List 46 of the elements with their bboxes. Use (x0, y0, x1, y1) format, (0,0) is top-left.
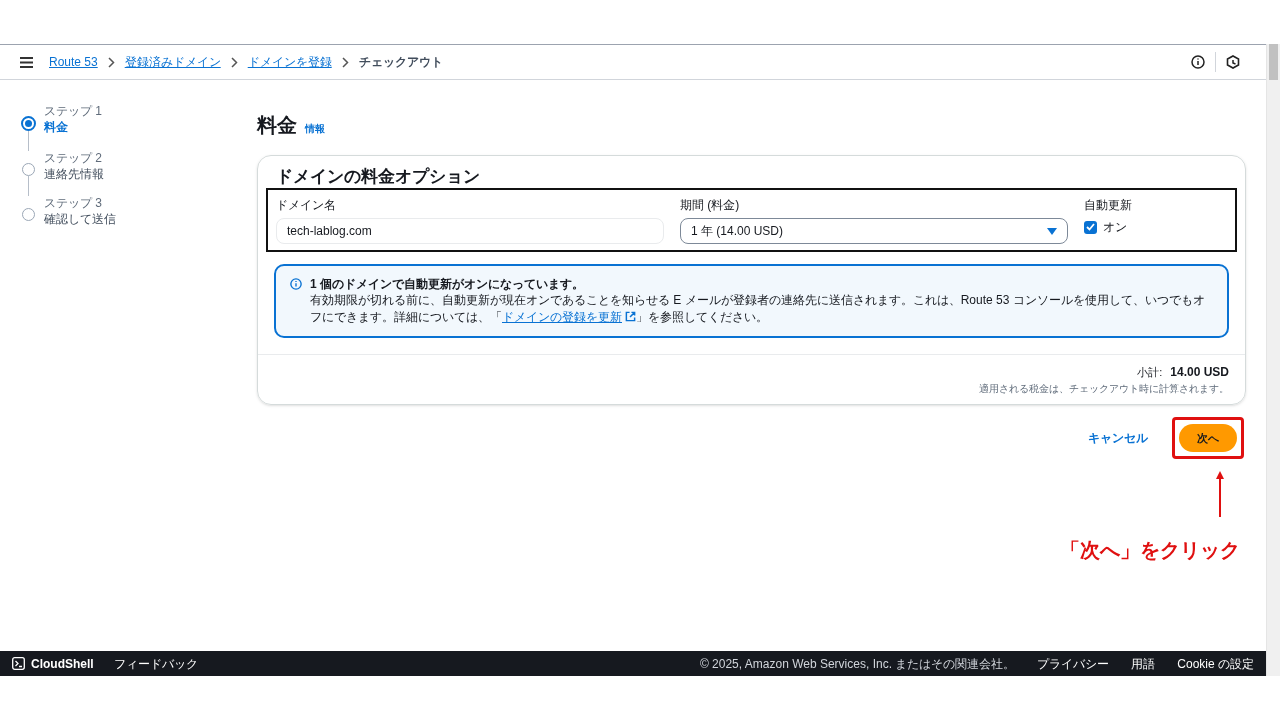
field-label: ドメイン名 (276, 197, 337, 214)
menu-icon[interactable] (20, 56, 33, 68)
period-dropdown[interactable]: 1 年 (14.00 USD) (680, 218, 1068, 244)
terminal-icon (12, 657, 25, 670)
chevron-right-icon (107, 56, 115, 68)
annotation-arrow (1216, 471, 1224, 517)
step-number: ステップ 2 (44, 151, 103, 166)
annotation-text: 「次へ」をクリック (1060, 538, 1240, 563)
caret-down-icon (1047, 227, 1057, 235)
step-number: ステップ 1 (44, 104, 102, 119)
chevron-right-icon (230, 56, 238, 68)
field-label: 自動更新 (1084, 197, 1132, 214)
cancel-button[interactable]: キャンセル (1080, 429, 1156, 447)
cloudshell-button[interactable]: CloudShell (12, 654, 94, 673)
breadcrumb-link[interactable]: 登録済みドメイン (124, 53, 221, 71)
renew-link[interactable]: ドメインの登録を更新 (502, 310, 636, 324)
subtotal-label: 小計: (1137, 365, 1163, 380)
panel-title: ドメインの料金オプション (276, 166, 481, 188)
page-title: 料金 (257, 113, 297, 138)
tax-note: 適用される税金は、チェックアウト時に計算されます。 (979, 382, 1229, 396)
info-icon (290, 278, 302, 290)
checkbox-label: オン (1103, 219, 1127, 236)
next-button[interactable]: 次へ (1179, 424, 1237, 452)
step-number: ステップ 3 (44, 196, 103, 211)
domain-name-field[interactable]: tech-lablog.com (276, 218, 664, 244)
alert-text: 有効期限が切れる前に、自動更新が現在オンであることを知らせる E メールが登録者の連絡先に送信されます。これは、Route 53 コンソールを使用して、いつでもオフにできます。詳細については、「ドメインの登録を更新 」を参照してください。 (310, 292, 1206, 326)
external-link-icon (625, 311, 636, 322)
breadcrumb-current: チェックアウト (358, 54, 443, 71)
footer-link[interactable]: プライバシー (1037, 654, 1110, 673)
field-label: 期間 (料金) (680, 197, 741, 214)
footer-link[interactable]: 用語 (1131, 654, 1156, 673)
chevron-right-icon (341, 56, 349, 68)
hexagon-icon[interactable] (1226, 55, 1240, 69)
breadcrumb-link[interactable]: Route 53 (49, 53, 98, 71)
subtotal-value: 14.00 USD (1170, 364, 1229, 381)
info-link[interactable]: 情報 (305, 121, 325, 136)
breadcrumb-link[interactable]: ドメインを登録 (247, 53, 332, 71)
step-label[interactable]: 確認して送信 (44, 211, 116, 227)
footer-link[interactable]: Cookie の設定 (1177, 654, 1254, 673)
auto-renew-checkbox[interactable] (1084, 220, 1097, 234)
feedback-link[interactable]: フィードバック (113, 654, 198, 673)
info-icon[interactable] (1191, 55, 1205, 69)
step-label[interactable]: 連絡先情報 (44, 166, 104, 182)
step-label[interactable]: 料金 (44, 119, 102, 135)
alert-title: 1 個のドメインで自動更新がオンになっています。 (310, 276, 585, 292)
copyright-text: © 2025, Amazon Web Services, Inc. またはその関連会社。 (699, 655, 1016, 673)
